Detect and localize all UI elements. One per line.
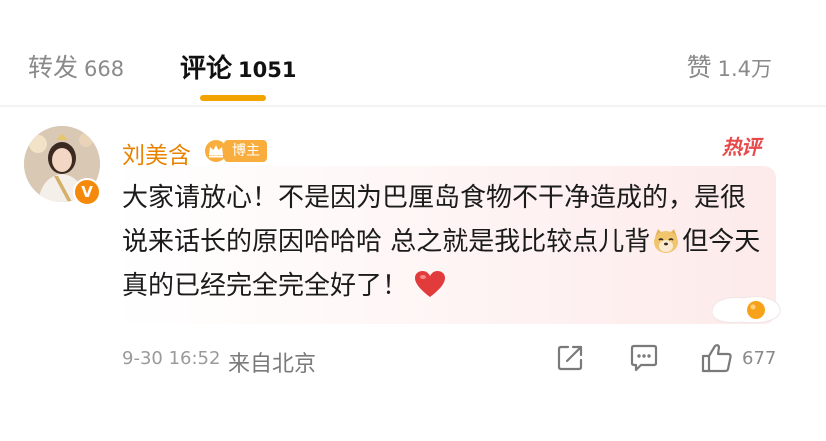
tab-likes[interactable]: 赞 1.4万 [687, 48, 772, 84]
like-icon [701, 344, 732, 373]
divider [0, 105, 826, 107]
tab-repost[interactable]: 转发 668 [28, 48, 124, 84]
like-count: 677 [742, 347, 777, 369]
hot-comment-tag: 热评 [722, 135, 761, 159]
reply-icon [630, 344, 658, 372]
creator-badge: 博主 [204, 137, 267, 164]
verified-badge: V [73, 178, 101, 206]
comment-time: 9-30 16:52 [122, 348, 221, 369]
tab-likes-count: 1.4万 [717, 57, 772, 81]
username[interactable]: 刘美含 [122, 136, 191, 170]
reply-button[interactable] [628, 342, 660, 374]
comment-text: 大家请放心！不是因为巴厘岛食物不干净造成的，是很说来话长的原因哈哈哈 总之就是我… [122, 176, 762, 308]
tab-likes-label: 赞 [686, 53, 712, 82]
creator-badge-label: 博主 [224, 139, 267, 162]
share-icon [557, 345, 583, 371]
like-button[interactable]: 677 [700, 342, 776, 374]
active-tab-indicator [200, 95, 266, 101]
heart-emoji-icon [415, 271, 446, 297]
tab-comments-count: 1051 [238, 58, 297, 82]
egg-icon [711, 296, 781, 324]
tab-repost-label: 转发 [28, 53, 79, 82]
tab-comments[interactable]: 评论 1051 [180, 48, 296, 85]
tab-repost-count: 668 [84, 57, 125, 81]
comment-location: 来自北京 [228, 352, 317, 377]
share-button[interactable] [554, 342, 586, 374]
tab-bar: 转发 668 评论 1051 赞 1.4万 [0, 0, 826, 104]
doge-emoji-icon [654, 229, 679, 253]
tab-comments-label: 评论 [180, 54, 233, 84]
